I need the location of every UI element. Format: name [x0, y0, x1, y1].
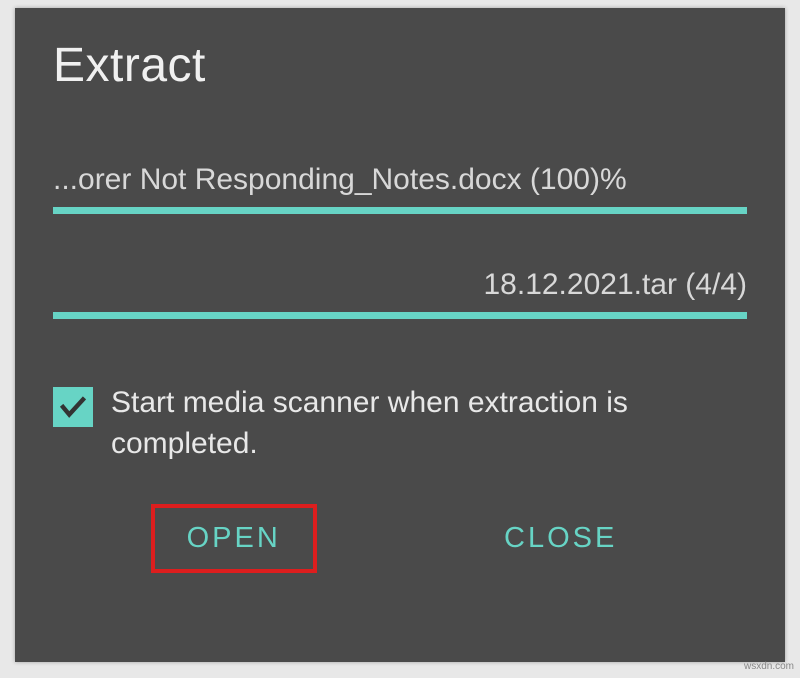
dialog-title: Extract — [53, 38, 747, 93]
media-scanner-checkbox[interactable] — [53, 387, 93, 427]
file-progress-label: ...orer Not Responding_Notes.docx (100)% — [53, 163, 747, 197]
checkmark-icon — [58, 392, 88, 422]
archive-progress-section: 18.12.2021.tar (4/4) — [53, 268, 747, 319]
open-button[interactable]: OPEN — [151, 504, 317, 573]
media-scanner-option[interactable]: Start media scanner when extraction is c… — [53, 383, 747, 464]
dialog-actions: OPEN CLOSE — [53, 504, 747, 573]
archive-progress-bar — [53, 312, 747, 319]
extract-dialog: Extract ...orer Not Responding_Notes.doc… — [15, 8, 785, 662]
media-scanner-label: Start media scanner when extraction is c… — [111, 383, 747, 464]
file-progress-bar — [53, 207, 747, 214]
archive-progress-label: 18.12.2021.tar (4/4) — [53, 268, 747, 302]
close-button[interactable]: CLOSE — [472, 504, 649, 573]
watermark-text: wsxdn.com — [744, 661, 794, 672]
file-progress-section: ...orer Not Responding_Notes.docx (100)% — [53, 163, 747, 214]
